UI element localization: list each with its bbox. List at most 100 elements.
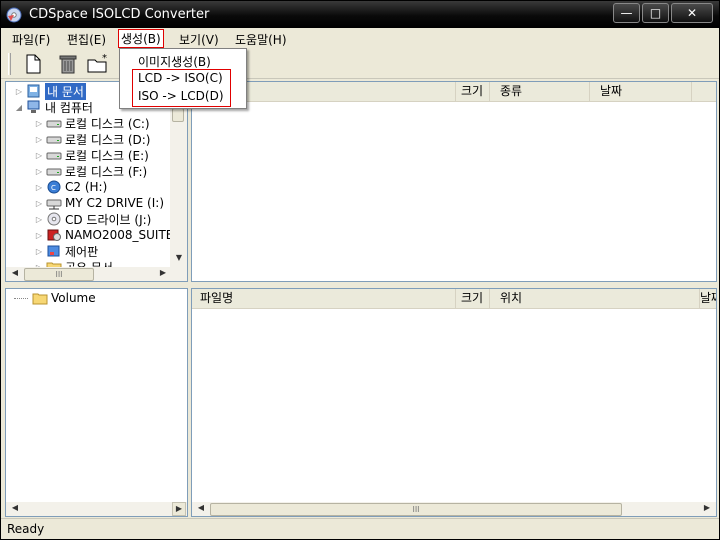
tree-item-label: NAMO2008_SUITE — [65, 228, 174, 242]
scroll-down-icon[interactable]: ▼ — [172, 252, 186, 266]
tree-item-label: CD 드라이브 (J:) — [65, 212, 152, 227]
local-disk-icon — [46, 120, 62, 128]
app-icon — [6, 7, 22, 23]
local-disk-icon — [46, 136, 62, 144]
maximize-button[interactable]: □ — [642, 3, 669, 23]
tree-item-label: 내 문서 — [45, 82, 86, 100]
tree-item[interactable]: ▷ NAMO2008_SUITE — [34, 227, 173, 243]
tree-item[interactable]: ▷ 로컬 디스크 (D:) — [34, 131, 151, 147]
menu-help[interactable]: 도움말(H) — [235, 31, 287, 48]
local-disk-icon — [46, 168, 62, 176]
toolbar: * — [1, 49, 719, 79]
menu-item-create-image[interactable]: 이미지생성(B) — [138, 53, 211, 70]
tree-item[interactable]: ▷ MY C2 DRIVE (I:) — [34, 195, 164, 211]
network-drive-icon — [46, 199, 62, 210]
scroll-left-icon[interactable]: ◀ — [8, 502, 22, 516]
close-button[interactable]: ✕ — [671, 3, 713, 23]
new-file-icon[interactable] — [21, 52, 45, 76]
my-computer-icon — [27, 100, 40, 113]
tree-item[interactable]: ▷ C C2 (H:) — [34, 179, 107, 195]
folder-icon — [32, 293, 48, 305]
expand-icon[interactable]: ▷ — [14, 87, 24, 96]
column-location[interactable]: 위치 — [490, 289, 700, 309]
menu-item-lcd-to-iso[interactable]: LCD -> ISO(C) — [138, 71, 223, 85]
menu-create[interactable]: 생성(B) — [118, 29, 164, 48]
volume-tree-pane: Volume ◀ ▶ — [5, 288, 188, 517]
scroll-thumb[interactable]: III — [210, 503, 622, 516]
minimize-button[interactable]: — — [613, 3, 640, 23]
menu-item-iso-to-lcd[interactable]: ISO -> LCD(D) — [138, 89, 224, 103]
tree-item-label: 로컬 디스크 (F:) — [65, 164, 148, 179]
volume-label: Volume — [51, 291, 96, 305]
scroll-right-icon[interactable]: ▶ — [700, 502, 714, 516]
volume-node[interactable]: Volume — [14, 290, 96, 306]
toolbar-grip[interactable] — [8, 53, 11, 75]
scroll-left-icon[interactable]: ◀ — [194, 502, 208, 516]
menu-bar: 파일(F) 편집(E) 생성(B) 보기(V) 도움말(H) — [1, 28, 719, 49]
scroll-right-icon[interactable]: ▶ — [172, 502, 186, 516]
tree-item[interactable]: ▷ 제어판 — [34, 243, 98, 259]
image-list-hscroll[interactable]: ◀ III ▶ — [192, 502, 716, 516]
tree-item-label: C2 (H:) — [65, 180, 108, 194]
menu-file[interactable]: 파일(F) — [12, 31, 50, 48]
scroll-thumb[interactable] — [172, 108, 184, 122]
svg-text:C: C — [51, 184, 56, 192]
tree-item-label: MY C2 DRIVE (I:) — [65, 196, 164, 210]
expand-icon[interactable]: ▷ — [34, 119, 44, 128]
tree-item[interactable]: ▷ 로컬 디스크 (F:) — [34, 163, 147, 179]
expand-icon[interactable]: ▷ — [34, 199, 44, 208]
delete-icon[interactable] — [56, 52, 80, 76]
status-text: Ready — [7, 522, 45, 536]
my-documents-icon — [27, 84, 40, 98]
column-size[interactable]: 크기 — [456, 289, 490, 309]
scroll-left-icon[interactable]: ◀ — [8, 267, 22, 281]
file-list-pane: 크기 종류 날짜 — [191, 81, 717, 282]
column-type[interactable]: 종류 — [490, 82, 590, 102]
tree-item[interactable]: ▷ 로컬 디스크 (E:) — [34, 147, 149, 163]
expand-icon[interactable]: ▷ — [34, 231, 44, 240]
create-menu-dropdown: 이미지생성(B) LCD -> ISO(C) ISO -> LCD(D) — [119, 48, 247, 109]
expand-icon[interactable]: ▷ — [34, 247, 44, 256]
tree-item-label: 내 컴퓨터 — [45, 100, 93, 115]
scroll-right-icon[interactable]: ▶ — [156, 267, 170, 281]
folder-tree-vscroll[interactable]: ▼ — [170, 82, 187, 267]
tree-connector — [14, 297, 28, 299]
volume-tree-hscroll[interactable]: ◀ ▶ — [6, 502, 187, 516]
scroll-thumb[interactable]: III — [24, 268, 94, 281]
image-list-header: 파일명 크기 위치 날짜 — [192, 289, 716, 309]
tree-item-label: 로컬 디스크 (C:) — [65, 116, 150, 131]
c2-drive-icon: C — [47, 180, 61, 194]
expand-icon[interactable]: ▷ — [34, 215, 44, 224]
folder-tree-hscroll[interactable]: ◀ III ▶ — [6, 267, 187, 281]
status-bar: Ready — [1, 518, 719, 539]
tree-item[interactable]: ◢ 내 컴퓨터 — [14, 99, 93, 115]
namo-drive-icon — [47, 229, 61, 241]
title-bar[interactable]: CDSpace ISOLCD Converter — □ ✕ — [1, 1, 719, 28]
svg-text:*: * — [102, 53, 107, 64]
tree-item-label: 제어판 — [65, 244, 99, 259]
expand-icon[interactable]: ▷ — [34, 183, 44, 192]
tree-item[interactable]: ▷ 로컬 디스크 (C:) — [34, 115, 150, 131]
column-date[interactable]: 날짜 — [700, 289, 716, 309]
folder-tree-pane: ▷ 내 문서 ◢ 내 컴퓨터 ▷ 로컬 디스크 (C:) ▷ 로컬 디스크 (D:) ▷ 로컬 디… — [5, 81, 188, 282]
expand-icon[interactable]: ▷ — [34, 135, 44, 144]
collapse-icon[interactable]: ◢ — [14, 103, 24, 112]
app-window: CDSpace ISOLCD Converter — □ ✕ 파일(F) 편집(… — [0, 0, 720, 540]
tree-item[interactable]: ▷ 내 문서 — [14, 82, 86, 100]
tree-item[interactable]: ▷ CD 드라이브 (J:) — [34, 211, 151, 227]
expand-icon[interactable]: ▷ — [34, 151, 44, 160]
menu-edit[interactable]: 편집(E) — [67, 31, 106, 48]
image-contents-pane: 파일명 크기 위치 날짜 ◀ III ▶ — [191, 288, 717, 517]
cd-drive-icon — [47, 212, 61, 226]
column-filename[interactable]: 파일명 — [192, 289, 456, 309]
column-size[interactable]: 크기 — [456, 82, 490, 102]
menu-view[interactable]: 보기(V) — [179, 31, 219, 48]
expand-icon[interactable]: ▷ — [34, 167, 44, 176]
window-title: CDSpace ISOLCD Converter — [29, 7, 210, 22]
column-date[interactable]: 날짜 — [590, 82, 692, 102]
new-folder-icon[interactable]: * — [86, 52, 110, 76]
tree-item-label: 로컬 디스크 (E:) — [65, 148, 149, 163]
control-panel-icon — [47, 245, 60, 257]
file-list-header: 크기 종류 날짜 — [192, 82, 716, 102]
tree-item-label: 로컬 디스크 (D:) — [65, 132, 151, 147]
